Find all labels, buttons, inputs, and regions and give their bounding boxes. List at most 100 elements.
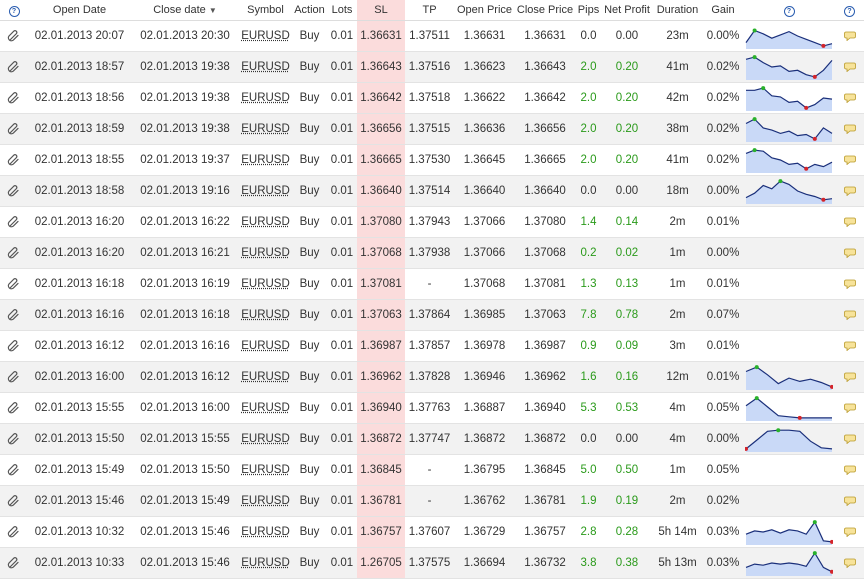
paperclip-icon[interactable] [7, 401, 21, 415]
comment-bubble-icon[interactable] [843, 434, 856, 444]
action-cell: Buy [292, 237, 327, 269]
paperclip-icon[interactable] [7, 215, 21, 229]
comment-bubble-icon[interactable] [843, 217, 856, 227]
paperclip-icon[interactable] [7, 494, 21, 508]
comment-bubble-icon[interactable] [843, 124, 856, 134]
comment-bubble-icon[interactable] [843, 465, 856, 475]
net-profit-cell: 0.20 [602, 113, 652, 145]
gain-cell: 0.07% [703, 299, 743, 331]
close-date-cell: 02.01.2013 16:18 [131, 299, 239, 331]
paperclip-icon[interactable] [7, 308, 21, 322]
paperclip-icon[interactable] [7, 370, 21, 384]
symbol-link[interactable]: EURUSD [241, 30, 290, 42]
symbol-cell[interactable]: EURUSD [239, 237, 292, 269]
symbol-cell[interactable]: EURUSD [239, 113, 292, 145]
col-open-date[interactable]: Open Date [28, 0, 131, 21]
symbol-cell[interactable]: EURUSD [239, 144, 292, 176]
symbol-cell[interactable]: EURUSD [239, 423, 292, 455]
sparkline-area [746, 30, 832, 49]
symbol-cell[interactable]: EURUSD [239, 268, 292, 300]
symbol-link[interactable]: EURUSD [241, 185, 290, 197]
col-action[interactable]: Action [292, 0, 327, 21]
paperclip-icon[interactable] [7, 122, 21, 136]
symbol-link[interactable]: EURUSD [241, 216, 290, 228]
symbol-link[interactable]: EURUSD [241, 371, 290, 383]
symbol-cell[interactable]: EURUSD [239, 454, 292, 486]
symbol-link[interactable]: EURUSD [241, 278, 290, 290]
chart-help-icon[interactable]: ? [743, 0, 835, 21]
help-icon[interactable]: ? [0, 0, 28, 21]
col-sl[interactable]: SL [357, 0, 405, 21]
col-close-price[interactable]: Close Price [515, 0, 575, 21]
symbol-link[interactable]: EURUSD [241, 557, 290, 569]
paperclip-icon[interactable] [7, 277, 21, 291]
symbol-link[interactable]: EURUSD [241, 526, 290, 538]
col-net-profit[interactable]: Net Profit [602, 0, 652, 21]
symbol-link[interactable]: EURUSD [241, 61, 290, 73]
symbol-cell[interactable]: EURUSD [239, 20, 292, 52]
open-date-cell: 02.01.2013 18:55 [28, 144, 131, 176]
symbol-cell[interactable]: EURUSD [239, 485, 292, 517]
comment-bubble-icon[interactable] [843, 527, 856, 537]
symbol-link[interactable]: EURUSD [241, 402, 290, 414]
paperclip-icon[interactable] [7, 339, 21, 353]
sparkline-cell [743, 299, 835, 331]
symbol-link[interactable]: EURUSD [241, 433, 290, 445]
comment-bubble-icon[interactable] [843, 496, 856, 506]
comment-bubble-icon[interactable] [843, 341, 856, 351]
paperclip-icon[interactable] [7, 556, 21, 570]
paperclip-icon[interactable] [7, 525, 21, 539]
comment-bubble-icon[interactable] [843, 310, 856, 320]
symbol-cell[interactable]: EURUSD [239, 330, 292, 362]
paperclip-icon[interactable] [7, 184, 21, 198]
comment-bubble-icon[interactable] [843, 403, 856, 413]
paperclip-icon[interactable] [7, 246, 21, 260]
symbol-cell[interactable]: EURUSD [239, 206, 292, 238]
symbol-cell[interactable]: EURUSD [239, 175, 292, 207]
col-lots[interactable]: Lots [327, 0, 357, 21]
col-gain[interactable]: Gain [703, 0, 743, 21]
symbol-cell[interactable]: EURUSD [239, 516, 292, 548]
symbol-cell[interactable]: EURUSD [239, 51, 292, 83]
paperclip-icon[interactable] [7, 463, 21, 477]
symbol-link[interactable]: EURUSD [241, 92, 290, 104]
symbol-cell[interactable]: EURUSD [239, 361, 292, 393]
comment-bubble-icon[interactable] [843, 62, 856, 72]
comments-help-icon[interactable]: ? [835, 0, 864, 21]
symbol-cell[interactable]: EURUSD [239, 547, 292, 579]
symbol-link[interactable]: EURUSD [241, 464, 290, 476]
col-open-price[interactable]: Open Price [454, 0, 515, 21]
col-tp[interactable]: TP [405, 0, 454, 21]
comment-bubble-icon[interactable] [843, 186, 856, 196]
col-pips[interactable]: Pips [575, 0, 602, 21]
symbol-link[interactable]: EURUSD [241, 247, 290, 259]
col-symbol[interactable]: Symbol [239, 0, 292, 21]
symbol-link[interactable]: EURUSD [241, 154, 290, 166]
comment-bubble-icon[interactable] [843, 279, 856, 289]
symbol-link[interactable]: EURUSD [241, 309, 290, 321]
symbol-cell[interactable]: EURUSD [239, 82, 292, 114]
paperclip-icon[interactable] [7, 153, 21, 167]
symbol-link[interactable]: EURUSD [241, 123, 290, 135]
comment-bubble-icon[interactable] [843, 248, 856, 258]
paperclip-icon[interactable] [7, 432, 21, 446]
comment-bubble-icon[interactable] [843, 155, 856, 165]
paperclip-icon[interactable] [7, 60, 21, 74]
close-price-cell: 1.37068 [515, 237, 575, 269]
comment-bubble-icon[interactable] [843, 31, 856, 41]
gain-cell: 0.00% [703, 423, 743, 455]
comment-bubble-icon[interactable] [843, 93, 856, 103]
net-profit-cell: 0.19 [602, 485, 652, 517]
symbol-cell[interactable]: EURUSD [239, 392, 292, 424]
comment-bubble-icon[interactable] [843, 558, 856, 568]
symbol-cell[interactable]: EURUSD [239, 299, 292, 331]
table-row: 02.01.2013 10:32 02.01.2013 15:46 EURUSD Bu… [0, 516, 864, 548]
symbol-link[interactable]: EURUSD [241, 340, 290, 352]
col-duration[interactable]: Duration [652, 0, 703, 21]
paperclip-icon[interactable] [7, 29, 21, 43]
symbol-link[interactable]: EURUSD [241, 495, 290, 507]
col-close-date[interactable]: Close date ▼ [131, 0, 239, 21]
comment-bubble-icon[interactable] [843, 372, 856, 382]
paperclip-icon[interactable] [7, 91, 21, 105]
action-cell: Buy [292, 113, 327, 145]
